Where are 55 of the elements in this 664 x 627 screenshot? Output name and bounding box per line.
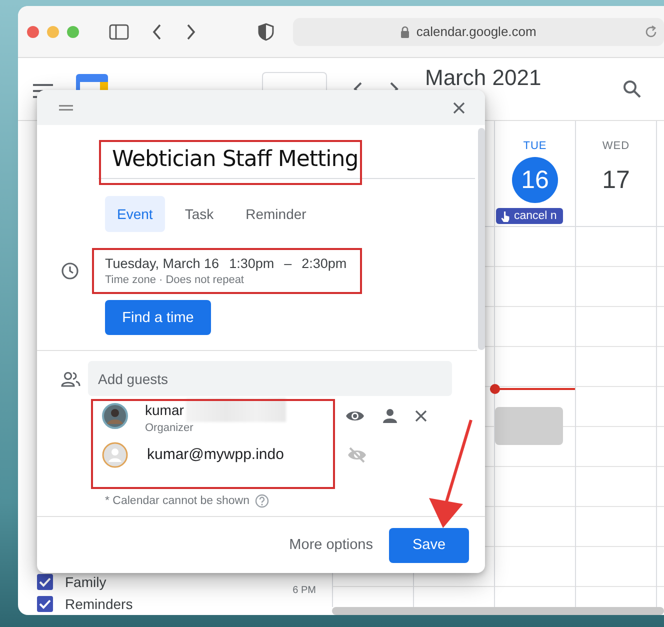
type-tab[interactable]: Reminder <box>234 196 318 232</box>
weekday-label: WED <box>602 140 630 152</box>
calendar-note: * Calendar cannot be shown <box>105 495 250 507</box>
time-label: 6 PM <box>292 585 316 596</box>
more-options-button[interactable]: More options <box>289 537 373 553</box>
type-tab[interactable]: Event <box>105 196 165 232</box>
start-time[interactable]: 1:30pm <box>229 254 274 273</box>
scrollbar[interactable] <box>332 607 664 615</box>
drag-handle-icon[interactable] <box>59 104 73 110</box>
eye-icon[interactable] <box>345 408 365 422</box>
close-icon[interactable] <box>453 102 465 114</box>
day-number[interactable]: 16 <box>512 157 558 203</box>
avatar-icon <box>102 442 128 468</box>
day-number[interactable]: 17 <box>593 157 639 203</box>
guest-role: Organizer <box>145 422 194 434</box>
end-time[interactable]: 2:30pm <box>302 254 347 273</box>
reload-icon[interactable] <box>644 24 658 38</box>
search-icon[interactable] <box>623 80 641 98</box>
event-label: cancel n <box>514 210 557 222</box>
save-button[interactable]: Save <box>389 528 469 562</box>
month-title: March 2021 <box>425 67 542 89</box>
calendar-label: Family <box>65 574 106 590</box>
forward-icon[interactable] <box>184 22 197 40</box>
type-tab[interactable]: Task <box>172 196 226 232</box>
clock-icon <box>61 262 79 280</box>
sidebar-icon[interactable] <box>108 24 129 40</box>
calendar-logo-icon <box>76 74 108 90</box>
add-guests-field[interactable]: Add guests <box>88 361 452 396</box>
person-icon[interactable] <box>382 408 398 424</box>
scrollbar[interactable] <box>478 128 485 350</box>
calendar-checkbox[interactable] <box>37 574 53 590</box>
check-icon <box>39 577 51 587</box>
event-chip[interactable]: cancel n <box>496 208 563 224</box>
remove-icon[interactable] <box>415 410 427 422</box>
hand-icon <box>501 210 510 222</box>
weekday-label: TUE <box>523 140 547 152</box>
check-icon <box>39 599 51 609</box>
shield-icon[interactable] <box>258 22 274 40</box>
lock-icon <box>400 26 410 38</box>
close-window-button[interactable] <box>27 26 39 38</box>
avatar-icon <box>102 402 128 428</box>
people-icon <box>61 370 81 386</box>
help-icon[interactable] <box>254 494 268 508</box>
find-time-button[interactable]: Find a time <box>105 300 211 335</box>
back-icon[interactable] <box>150 22 163 40</box>
event-date[interactable]: Tuesday, March 16 <box>105 254 220 273</box>
repeat-details[interactable]: Time zone · Does not repeat <box>105 273 347 288</box>
guest-name: kumar@mywpp.indo <box>147 446 284 463</box>
calendar-label: Reminders <box>65 596 133 612</box>
url-text: calendar.google.com <box>416 24 536 39</box>
address-bar[interactable]: calendar.google.com <box>292 18 664 46</box>
calendar-checkbox[interactable] <box>37 596 53 612</box>
guest-name: kumar <box>145 402 184 418</box>
event-placeholder <box>495 407 563 445</box>
time-separator: – <box>284 255 292 273</box>
